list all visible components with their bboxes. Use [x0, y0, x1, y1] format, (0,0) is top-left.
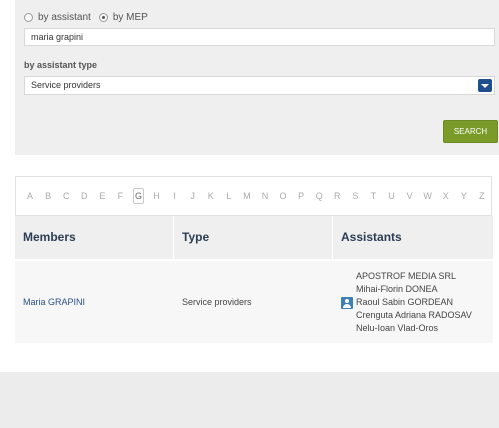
alphabet-letter-y[interactable]: Y [455, 189, 473, 203]
column-header-members: Members [15, 216, 174, 259]
alphabet-letter-u[interactable]: U [382, 189, 400, 203]
alphabet-letter-w[interactable]: W [419, 189, 437, 203]
search-button[interactable]: SEARCH [443, 120, 498, 143]
alphabet-letter-z[interactable]: Z [473, 189, 491, 203]
alphabet-letter-g[interactable]: G [132, 188, 144, 204]
assistants-cell: APOSTROF MEDIA SRL Mihai-Florin DONEA Ra… [333, 270, 493, 335]
alphabet-letter-k[interactable]: K [202, 189, 220, 203]
alphabet-letter-i[interactable]: I [166, 189, 184, 203]
table-row: Maria GRAPINI Service providers APOSTROF… [15, 261, 493, 343]
radio-by-assistant[interactable] [24, 12, 33, 22]
search-mode-radios: by assistant by MEP [24, 11, 156, 23]
alphabet-letter-s[interactable]: S [346, 189, 364, 203]
page-footer [0, 372, 499, 428]
list-item: APOSTROF MEDIA SRL [356, 270, 457, 281]
member-link[interactable]: Maria GRAPINI [15, 297, 174, 307]
alphabet-filter: ABCDEFGHIJKLMNOPQRSTUVWXYZ [15, 176, 492, 216]
assistant-type-label: by assistant type [24, 60, 98, 70]
alphabet-letter-h[interactable]: H [147, 189, 165, 203]
alphabet-letter-x[interactable]: X [437, 189, 455, 203]
list-item: Crenguta Adriana RADOSAV [356, 309, 472, 320]
assistant-type-selected-value: Service providers [31, 80, 101, 90]
assistants-list: APOSTROF MEDIA SRL Mihai-Florin DONEA Ra… [356, 270, 472, 335]
alphabet-letter-n[interactable]: N [256, 189, 274, 203]
alphabet-letter-r[interactable]: R [328, 189, 346, 203]
alphabet-letter-b[interactable]: B [39, 189, 57, 203]
alphabet-letter-t[interactable]: T [364, 189, 382, 203]
radio-by-mep[interactable] [98, 12, 108, 22]
alphabet-letter-e[interactable]: E [93, 189, 111, 203]
alphabet-letter-j[interactable]: J [184, 189, 202, 203]
alphabet-letter-l[interactable]: L [220, 189, 238, 203]
alphabet-letter-c[interactable]: C [57, 189, 75, 203]
alphabet-letter-p[interactable]: P [292, 189, 310, 203]
alphabet-letter-v[interactable]: V [401, 189, 419, 203]
list-item: Mihai-Florin DONEA [356, 283, 438, 294]
user-card-icon [341, 297, 353, 309]
alphabet-letter-f[interactable]: F [111, 189, 129, 203]
assistant-type-select[interactable]: Service providers [24, 76, 495, 95]
chevron-down-icon[interactable] [478, 79, 492, 92]
column-header-assistants: Assistants [341, 230, 402, 244]
list-item: Raoul Sabin GORDEAN [356, 296, 454, 307]
radio-by-assistant-label[interactable]: by assistant [38, 12, 91, 23]
name-search-input[interactable] [24, 28, 495, 46]
alphabet-letter-o[interactable]: O [274, 189, 292, 203]
column-header-type: Type [174, 216, 333, 259]
search-panel: by assistant by MEP by assistant type Se… [15, 0, 499, 155]
results-table-header: Members Type Assistants [15, 216, 493, 259]
assistant-type-cell: Service providers [182, 297, 252, 307]
alphabet-letter-d[interactable]: D [75, 189, 93, 203]
list-item: Nelu-Ioan Vlad-Oros [356, 322, 439, 333]
alphabet-letter-m[interactable]: M [238, 189, 256, 203]
radio-by-mep-label[interactable]: by MEP [113, 12, 148, 23]
alphabet-letter-q[interactable]: Q [310, 189, 328, 203]
alphabet-letter-a[interactable]: A [21, 189, 39, 203]
